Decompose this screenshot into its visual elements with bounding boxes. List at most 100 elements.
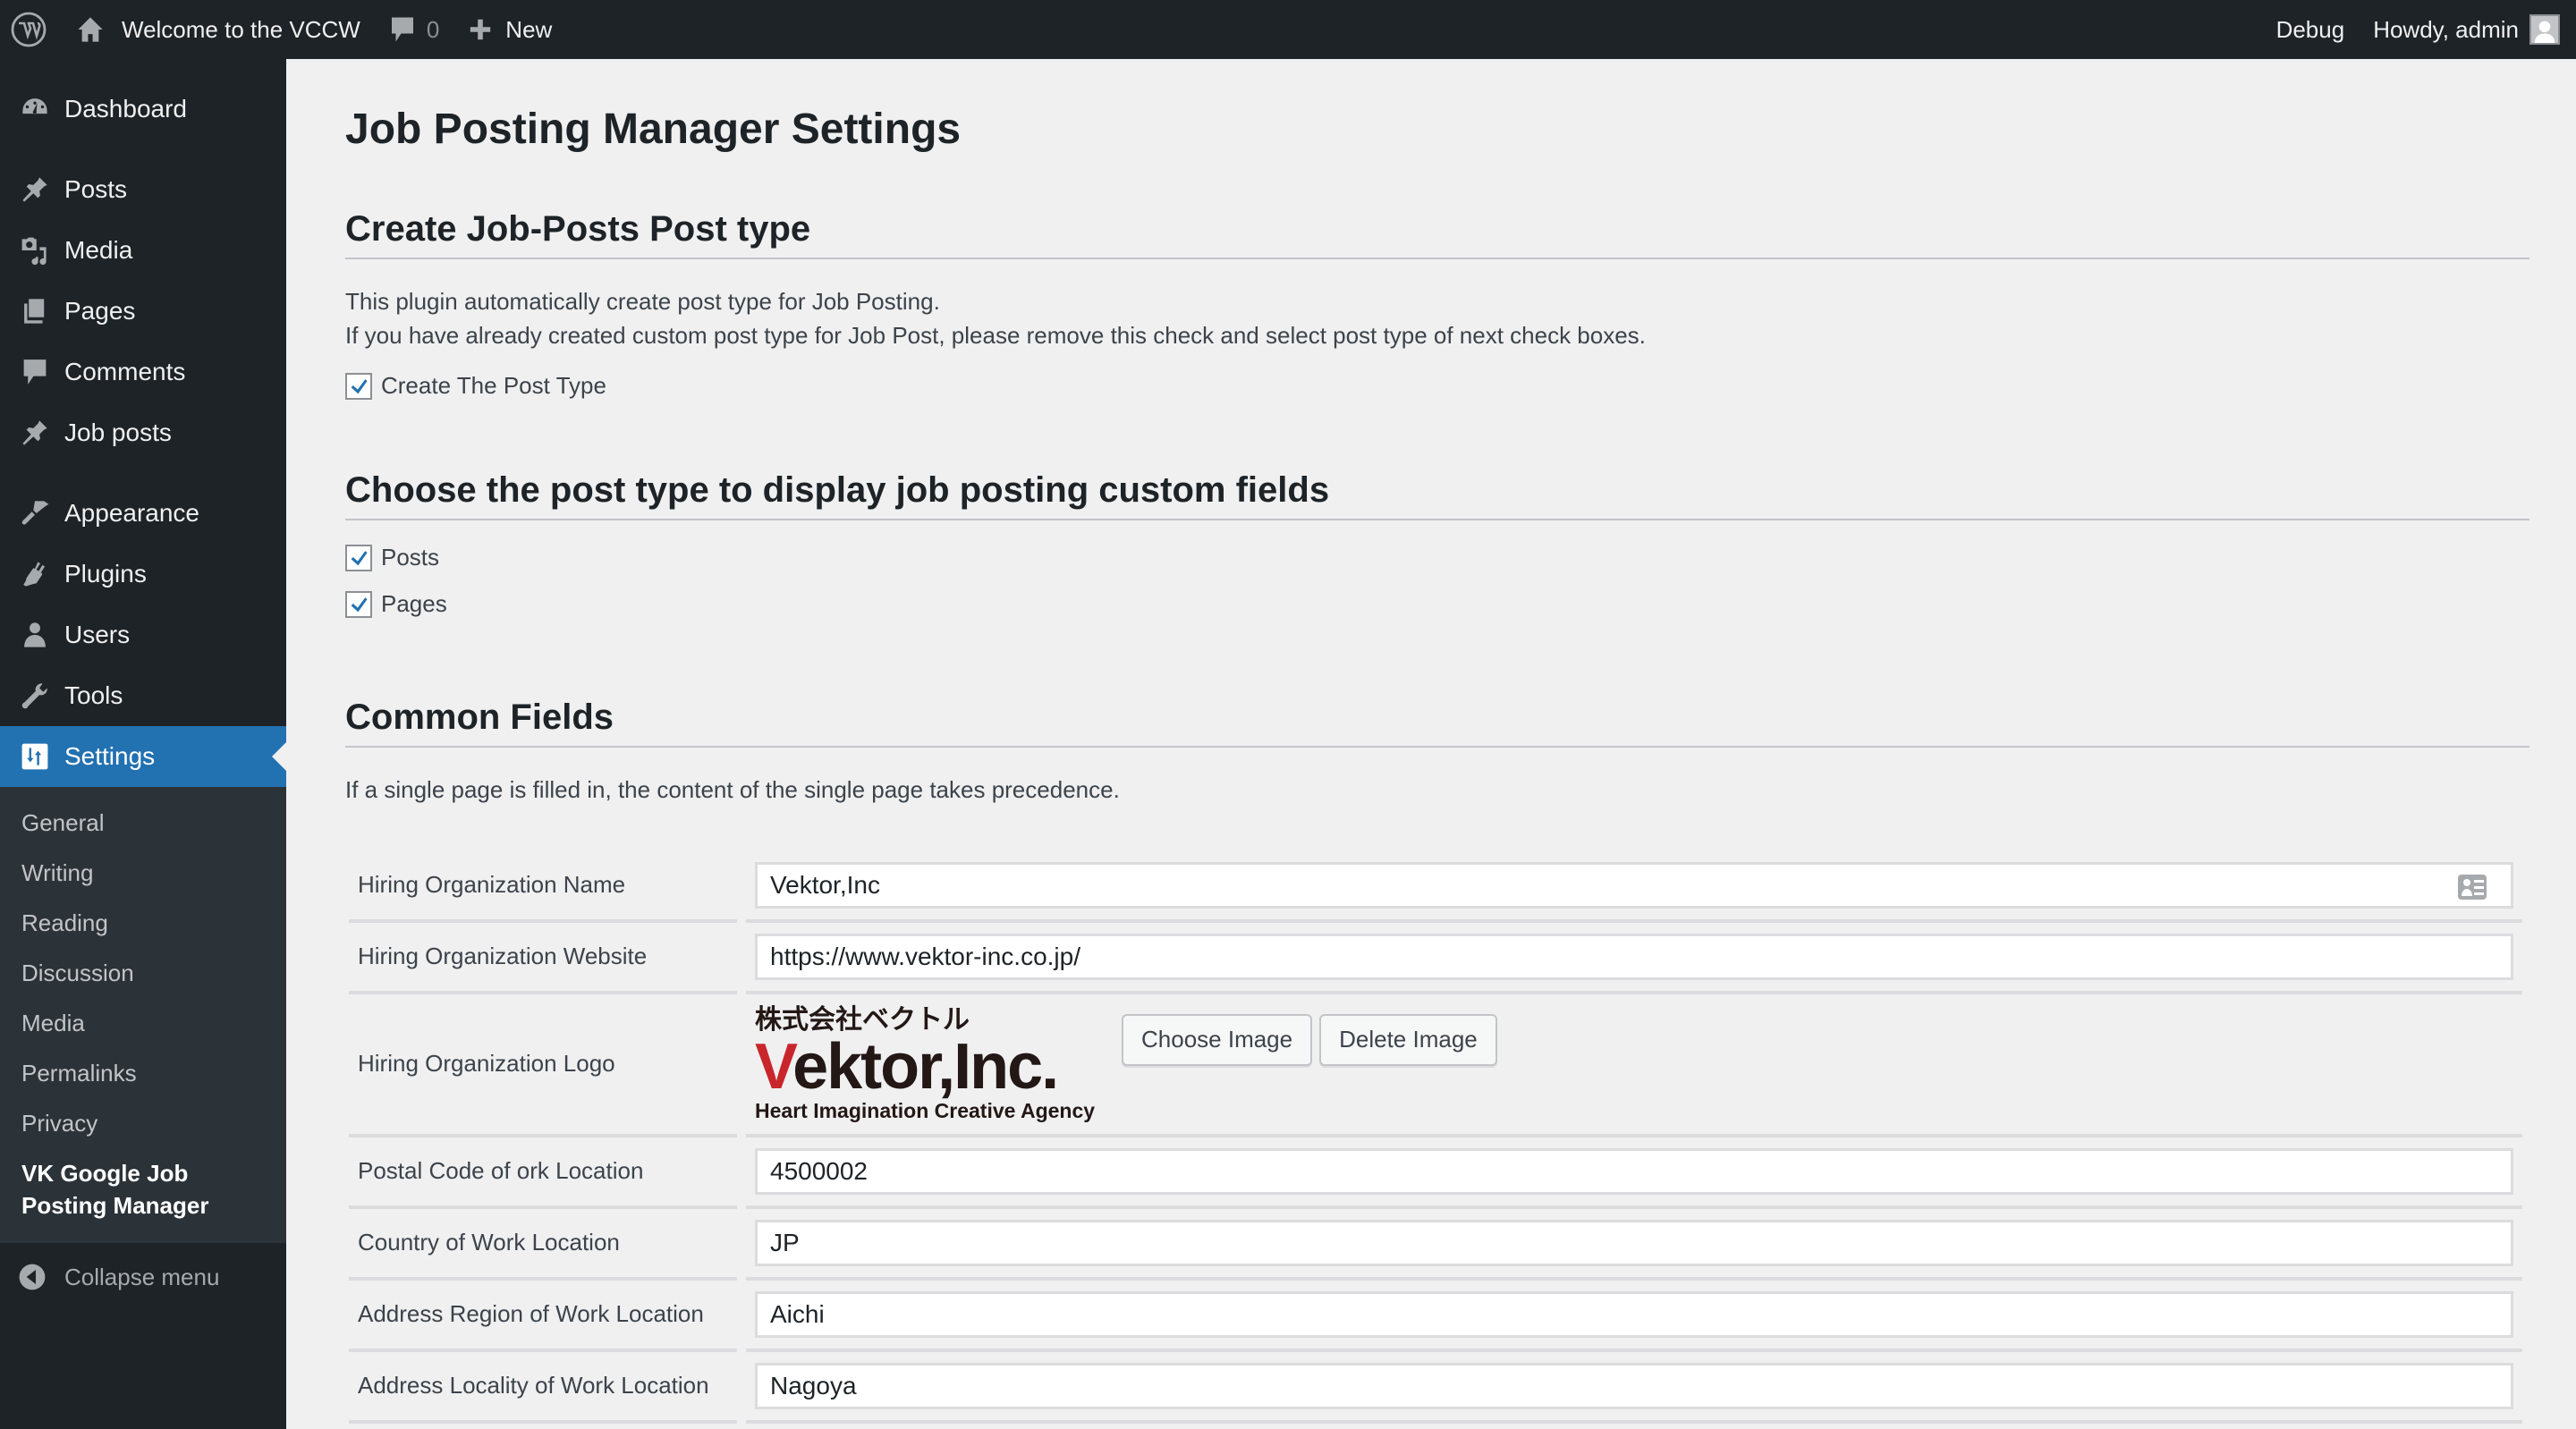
checkbox-label: Pages xyxy=(381,590,447,618)
plus-icon xyxy=(470,19,491,40)
table-row: Address Region of Work Location Aichi xyxy=(349,1281,2522,1352)
input-value: Vektor,Inc xyxy=(770,870,880,899)
post-type-posts-checkbox-row[interactable]: Posts xyxy=(345,535,2529,581)
submenu-item-permalinks[interactable]: Permalinks xyxy=(0,1048,286,1098)
field-label: Postal Code of ork Location xyxy=(349,1137,737,1209)
admin-bar: Welcome to the VCCW 0 New Debug Howdy, a… xyxy=(0,0,2576,59)
sidebar-item-settings[interactable]: Settings xyxy=(0,726,286,787)
main-content: Job Posting Manager Settings Create Job-… xyxy=(345,59,2529,1424)
table-row: Hiring Organization Logo 株式会社ベクトル Vektor… xyxy=(349,994,2522,1137)
sidebar-item-tools[interactable]: Tools xyxy=(0,665,286,726)
logo-tagline: Heart Imagination Creative Agency xyxy=(755,1098,1096,1122)
sidebar-item-media[interactable]: Media xyxy=(0,220,286,281)
country-input[interactable]: JP xyxy=(755,1219,2513,1266)
settings-icon xyxy=(0,742,64,771)
sidebar-item-label: Appearance xyxy=(64,499,200,527)
comments-link[interactable]: 0 xyxy=(375,0,453,59)
submenu-item-reading[interactable]: Reading xyxy=(0,898,286,948)
sidebar-item-posts[interactable]: Posts xyxy=(0,159,286,220)
pages-checkbox[interactable] xyxy=(345,590,372,618)
user-account-menu[interactable]: Howdy, admin xyxy=(2359,0,2560,59)
create-post-type-checkbox[interactable] xyxy=(345,372,372,400)
section-description: This plugin automatically create post ty… xyxy=(345,287,940,315)
submenu-item-media[interactable]: Media xyxy=(0,998,286,1048)
table-row: Address Locality of Work Location Nagoya xyxy=(349,1352,2522,1424)
field-label: Hiring Organization Name xyxy=(349,851,737,923)
wordpress-logo-button[interactable] xyxy=(0,0,61,59)
new-content-button[interactable]: New xyxy=(453,0,566,59)
submenu-item-discussion[interactable]: Discussion xyxy=(0,948,286,998)
sidebar-item-label: Job posts xyxy=(64,419,172,446)
sidebar-item-label: Media xyxy=(64,236,133,264)
hiring-organization-website-input[interactable]: https://www.vektor-inc.co.jp/ xyxy=(755,933,2513,980)
sidebar-item-job-posts[interactable]: Job posts xyxy=(0,402,286,463)
field-label: Hiring Organization Website xyxy=(349,923,737,994)
submenu-item-vk-google-job-posting-manager[interactable]: VK Google Job Posting Manager xyxy=(0,1148,259,1230)
delete-image-button[interactable]: Delete Image xyxy=(1319,1013,1497,1066)
create-post-type-checkbox-row[interactable]: Create The Post Type xyxy=(345,363,2529,410)
submenu-item-writing[interactable]: Writing xyxy=(0,848,286,898)
logo-field: 株式会社ベクトル Vektor,Inc. Heart Imagination C… xyxy=(755,1002,2513,1127)
table-row: Hiring Organization Website https://www.… xyxy=(349,923,2522,994)
postal-code-input[interactable]: 4500002 xyxy=(755,1147,2513,1195)
debug-button[interactable]: Debug xyxy=(2262,0,2360,59)
hiring-organization-name-input[interactable]: Vektor,Inc xyxy=(755,861,2513,909)
collapse-menu-label: Collapse menu xyxy=(64,1263,220,1290)
sidebar-item-label: Settings xyxy=(64,742,156,770)
sidebar-item-label: Dashboard xyxy=(64,95,187,123)
site-name-link[interactable]: Welcome to the VCCW xyxy=(61,0,375,59)
sidebar-item-comments[interactable]: Comments xyxy=(0,342,286,402)
sidebar-item-users[interactable]: Users xyxy=(0,605,286,665)
sidebar-item-appearance[interactable]: Appearance xyxy=(0,483,286,544)
comments-count: 0 xyxy=(426,15,440,43)
section-heading-common-fields: Common Fields xyxy=(345,696,2529,748)
pin-icon xyxy=(0,418,64,448)
section-heading-create-post-type: Create Job-Posts Post type xyxy=(345,207,2529,259)
collapse-menu-button[interactable]: Collapse menu xyxy=(0,1247,286,1307)
sidebar-item-label: Tools xyxy=(64,681,123,709)
new-label: New xyxy=(505,15,553,43)
avatar xyxy=(2529,14,2560,45)
logo-brand: Vektor,Inc. xyxy=(755,1035,1114,1099)
sidebar-item-label: Plugins xyxy=(64,560,147,588)
contact-card-icon[interactable] xyxy=(2457,874,2487,901)
settings-submenu: General Writing Reading Discussion Media… xyxy=(0,787,286,1243)
post-type-pages-checkbox-row[interactable]: Pages xyxy=(345,581,2529,628)
sidebar-item-pages[interactable]: Pages xyxy=(0,281,286,342)
field-label: Country of Work Location xyxy=(349,1209,737,1281)
logo-buttons: Choose Image Delete Image xyxy=(1114,1013,1497,1066)
address-region-input[interactable]: Aichi xyxy=(755,1290,2513,1338)
input-value: JP xyxy=(770,1228,800,1256)
choose-image-button[interactable]: Choose Image xyxy=(1122,1013,1313,1066)
page-title: Job Posting Manager Settings xyxy=(345,106,962,153)
submenu-item-general[interactable]: General xyxy=(0,798,286,848)
input-value: 4500002 xyxy=(770,1156,869,1185)
submenu-item-privacy[interactable]: Privacy xyxy=(0,1098,286,1148)
comment-icon xyxy=(391,17,413,42)
sidebar-item-dashboard[interactable]: Dashboard xyxy=(0,79,286,140)
common-fields-table: Hiring Organization Name Vektor,Inc Hiri… xyxy=(340,851,2531,1424)
section-heading-choose-post-type: Choose the post type to display job post… xyxy=(345,469,2529,520)
paintbrush-icon xyxy=(0,498,64,528)
checkmark-icon xyxy=(351,550,368,565)
sidebar-item-plugins[interactable]: Plugins xyxy=(0,544,286,605)
plugin-icon xyxy=(0,559,64,589)
field-label: Address Locality of Work Location xyxy=(349,1352,737,1424)
sidebar-item-label: Posts xyxy=(64,175,128,203)
logo-brand-rest: ektor,Inc. xyxy=(792,1030,1059,1103)
media-icon xyxy=(0,234,64,266)
field-label: Hiring Organization Logo xyxy=(349,994,737,1137)
collapse-arrow-icon xyxy=(0,1263,64,1291)
posts-checkbox[interactable] xyxy=(345,544,372,571)
organization-logo-image: 株式会社ベクトル Vektor,Inc. Heart Imagination C… xyxy=(755,1005,1114,1123)
address-locality-input[interactable]: Nagoya xyxy=(755,1362,2513,1409)
dashboard-icon xyxy=(0,94,64,124)
site-name: Welcome to the VCCW xyxy=(122,15,360,43)
admin-sidebar: Dashboard Posts Media Pages Comments Job… xyxy=(0,59,286,1429)
user-icon xyxy=(0,620,64,650)
comment-icon xyxy=(0,357,64,387)
sidebar-item-label: Pages xyxy=(64,297,136,325)
home-icon xyxy=(78,17,103,42)
input-value: Aichi xyxy=(770,1299,825,1328)
field-label: Address Region of Work Location xyxy=(349,1281,737,1352)
